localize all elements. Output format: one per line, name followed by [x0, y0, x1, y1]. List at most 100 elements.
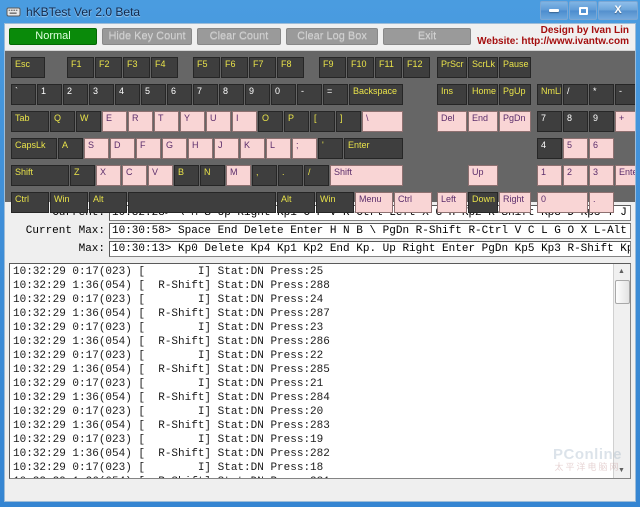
key-pgdn[interactable]: PgDn — [499, 111, 531, 132]
clear-count-button[interactable]: Clear Count — [197, 27, 281, 45]
key-left[interactable]: Left — [437, 192, 467, 213]
key-8[interactable]: 8 — [563, 111, 588, 132]
key-space[interactable]: , — [252, 165, 277, 186]
key-0[interactable]: 0 — [537, 192, 588, 213]
key-alt[interactable]: Alt — [277, 192, 315, 213]
key-1[interactable]: 1 — [537, 165, 562, 186]
key-space[interactable] — [128, 192, 276, 213]
key-space[interactable]: [ — [310, 111, 335, 132]
key-7[interactable]: 7 — [537, 111, 562, 132]
key-nmlk[interactable]: NmLk — [537, 84, 562, 105]
key-6[interactable]: 6 — [167, 84, 192, 105]
key-f9[interactable]: F9 — [319, 57, 346, 78]
key-w[interactable]: W — [76, 111, 101, 132]
key-2[interactable]: 2 — [63, 84, 88, 105]
key-0[interactable]: 0 — [271, 84, 296, 105]
key-5[interactable]: 5 — [141, 84, 166, 105]
key-win[interactable]: Win — [316, 192, 354, 213]
key-f3[interactable]: F3 — [123, 57, 150, 78]
key-z[interactable]: Z — [70, 165, 95, 186]
key-4[interactable]: 4 — [537, 138, 562, 159]
key-space[interactable]: ] — [336, 111, 361, 132]
key-f7[interactable]: F7 — [249, 57, 276, 78]
clear-log-box-button[interactable]: Clear Log Box — [286, 27, 378, 45]
key-l[interactable]: L — [266, 138, 291, 159]
key-ins[interactable]: Ins — [437, 84, 467, 105]
key-q[interactable]: Q — [50, 111, 75, 132]
key-u[interactable]: U — [206, 111, 231, 132]
key-space[interactable]: . — [589, 192, 614, 213]
key-menu[interactable]: Menu — [355, 192, 393, 213]
key-f11[interactable]: F11 — [375, 57, 402, 78]
key-4[interactable]: 4 — [115, 84, 140, 105]
key-2[interactable]: 2 — [563, 165, 588, 186]
key-k[interactable]: K — [240, 138, 265, 159]
key-space[interactable]: \ — [362, 111, 403, 132]
key-right[interactable]: Right — [499, 192, 531, 213]
key-space[interactable]: / — [304, 165, 329, 186]
key-space[interactable]: - — [615, 84, 635, 105]
key-backspace[interactable]: Backspace — [349, 84, 403, 105]
key-9[interactable]: 9 — [245, 84, 270, 105]
log-box[interactable]: 10:32:29 0:17(023) [ I] Stat:DN Press:25… — [9, 263, 631, 479]
key-scrlk[interactable]: ScrLk — [468, 57, 498, 78]
key-end[interactable]: End — [468, 111, 498, 132]
key-6[interactable]: 6 — [589, 138, 614, 159]
key-down[interactable]: Down — [468, 192, 498, 213]
key-b[interactable]: B — [174, 165, 199, 186]
key-prscr[interactable]: PrScr — [437, 57, 467, 78]
key-7[interactable]: 7 — [193, 84, 218, 105]
key-1[interactable]: 1 — [37, 84, 62, 105]
key-e[interactable]: E — [102, 111, 127, 132]
key-f10[interactable]: F10 — [347, 57, 374, 78]
key-shift[interactable]: Shift — [11, 165, 69, 186]
key-space[interactable]: . — [278, 165, 303, 186]
scrollbar-thumb[interactable] — [615, 280, 630, 304]
key-x[interactable]: X — [96, 165, 121, 186]
key-a[interactable]: A — [58, 138, 83, 159]
key-f1[interactable]: F1 — [67, 57, 94, 78]
log-scrollbar[interactable]: ▲ ▼ — [613, 264, 630, 478]
normal-button[interactable]: Normal — [9, 27, 97, 45]
key-f4[interactable]: F4 — [151, 57, 178, 78]
close-button[interactable]: X — [598, 1, 638, 20]
exit-button[interactable]: Exit — [383, 27, 471, 45]
key-capslk[interactable]: CapsLk — [11, 138, 57, 159]
key-home[interactable]: Home — [468, 84, 498, 105]
key-n[interactable]: N — [200, 165, 225, 186]
key-space[interactable]: - — [297, 84, 322, 105]
key-space[interactable]: ; — [292, 138, 317, 159]
key-9[interactable]: 9 — [589, 111, 614, 132]
key-i[interactable]: I — [232, 111, 257, 132]
key-space[interactable]: * — [589, 84, 614, 105]
key-shift[interactable]: Shift — [330, 165, 403, 186]
scroll-down-arrow-icon[interactable]: ▼ — [614, 463, 629, 478]
key-f2[interactable]: F2 — [95, 57, 122, 78]
key-3[interactable]: 3 — [89, 84, 114, 105]
hide-key-count-button[interactable]: Hide Key Count — [102, 27, 192, 45]
key-d[interactable]: D — [110, 138, 135, 159]
key-space[interactable]: / — [563, 84, 588, 105]
key-y[interactable]: Y — [180, 111, 205, 132]
key-pause[interactable]: Pause — [499, 57, 531, 78]
key-t[interactable]: T — [154, 111, 179, 132]
key-del[interactable]: Del — [437, 111, 467, 132]
key-3[interactable]: 3 — [589, 165, 614, 186]
key-5[interactable]: 5 — [563, 138, 588, 159]
key-esc[interactable]: Esc — [11, 57, 45, 78]
key-f5[interactable]: F5 — [193, 57, 220, 78]
key-c[interactable]: C — [122, 165, 147, 186]
key-space[interactable]: ' — [318, 138, 343, 159]
key-space[interactable]: = — [323, 84, 348, 105]
key-m[interactable]: M — [226, 165, 251, 186]
key-ctrl[interactable]: Ctrl — [11, 192, 49, 213]
key-j[interactable]: J — [214, 138, 239, 159]
key-enter[interactable]: Enter — [344, 138, 403, 159]
key-f12[interactable]: F12 — [403, 57, 430, 78]
key-tab[interactable]: Tab — [11, 111, 49, 132]
key-o[interactable]: O — [258, 111, 283, 132]
key-g[interactable]: G — [162, 138, 187, 159]
key-space[interactable]: ` — [11, 84, 36, 105]
key-enter[interactable]: Enter — [615, 165, 635, 186]
scroll-up-arrow-icon[interactable]: ▲ — [614, 264, 629, 279]
